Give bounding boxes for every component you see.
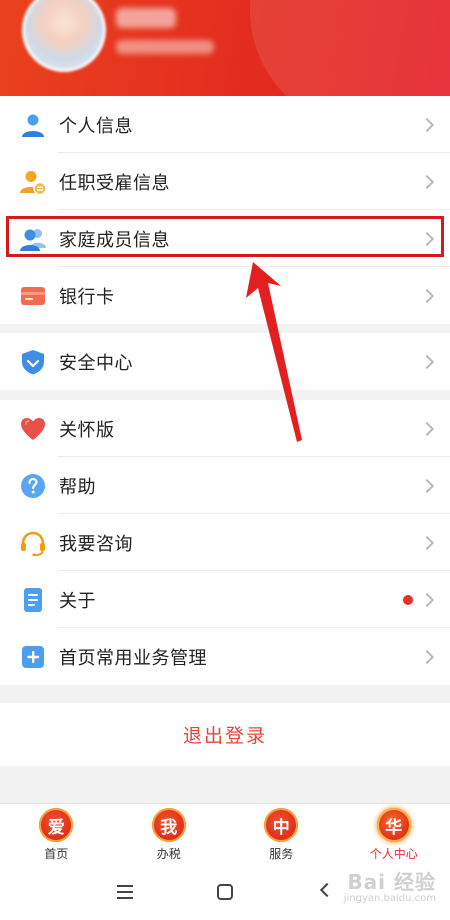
annotation-arrow (246, 262, 302, 442)
tab-tax[interactable]: 我 办税 (113, 804, 226, 865)
system-nav-bar: Bai 经验 jingyan.baidu.com (0, 865, 450, 920)
tab-label: 办税 (156, 847, 181, 861)
tab-home-icon: 爱 (39, 808, 74, 842)
tab-home[interactable]: 爱 首页 (0, 804, 113, 865)
bottom-tab-bar: 爱 首页 我 办税 中 服务 华 个人中心 (0, 803, 450, 865)
logout-label: 退出登录 (182, 725, 267, 747)
tab-label: 首页 (44, 847, 69, 861)
tab-tax-icon: 我 (151, 808, 186, 842)
menu-icon[interactable] (117, 885, 133, 899)
tab-label: 服务 (269, 847, 294, 861)
tab-service[interactable]: 中 服务 (225, 804, 338, 865)
tab-personal-center-icon: 华 (376, 808, 411, 842)
tab-personal-center[interactable]: 华 个人中心 (338, 804, 450, 865)
tab-label: 个人中心 (369, 847, 418, 861)
tab-service-icon: 中 (264, 808, 299, 842)
logout-button[interactable]: 退出登录 (0, 703, 450, 766)
watermark-url: jingyan.baidu.com (343, 893, 436, 904)
watermark: Bai 经验 jingyan.baidu.com (344, 871, 436, 904)
watermark-brand: Bai 经验 (347, 870, 436, 894)
home-icon[interactable] (217, 884, 233, 900)
back-icon[interactable] (319, 882, 335, 898)
